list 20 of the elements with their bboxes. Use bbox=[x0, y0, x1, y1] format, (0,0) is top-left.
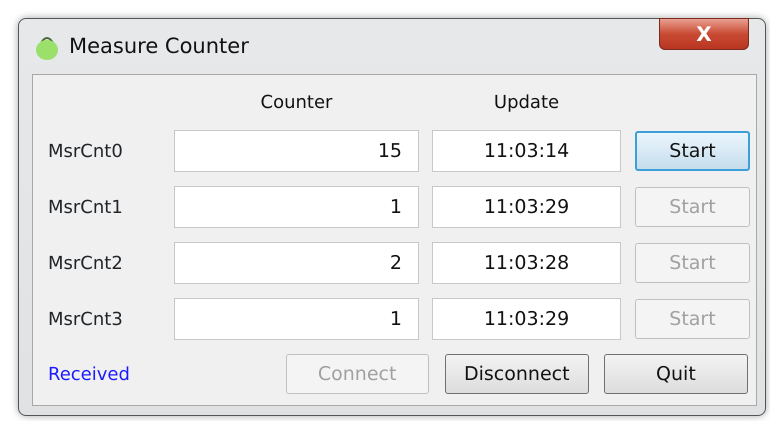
start-button[interactable]: Start bbox=[635, 131, 750, 171]
window-title: Measure Counter bbox=[69, 32, 249, 60]
row-label: MsrCnt2 bbox=[48, 252, 124, 276]
disconnect-button[interactable]: Disconnect bbox=[444, 354, 589, 394]
update-field[interactable]: 11:03:28 bbox=[432, 242, 621, 284]
counter-field[interactable]: 1 bbox=[174, 298, 419, 340]
close-button[interactable]: X bbox=[659, 18, 749, 50]
update-field[interactable]: 11:03:29 bbox=[432, 186, 621, 228]
row-label: MsrCnt1 bbox=[48, 196, 124, 220]
counter-field[interactable]: 2 bbox=[174, 242, 419, 284]
column-header: Counter bbox=[260, 91, 334, 115]
status-text: Received bbox=[48, 362, 131, 386]
quit-button[interactable]: Quit bbox=[604, 354, 748, 394]
row-label: MsrCnt0 bbox=[48, 140, 124, 164]
counter-field[interactable]: 1 bbox=[174, 186, 419, 228]
row-label: MsrCnt3 bbox=[48, 308, 124, 332]
column-header: Update bbox=[492, 91, 560, 115]
counter-field[interactable]: 15 bbox=[174, 130, 419, 172]
update-field[interactable]: 11:03:14 bbox=[432, 130, 621, 172]
update-field[interactable]: 11:03:29 bbox=[432, 298, 621, 340]
